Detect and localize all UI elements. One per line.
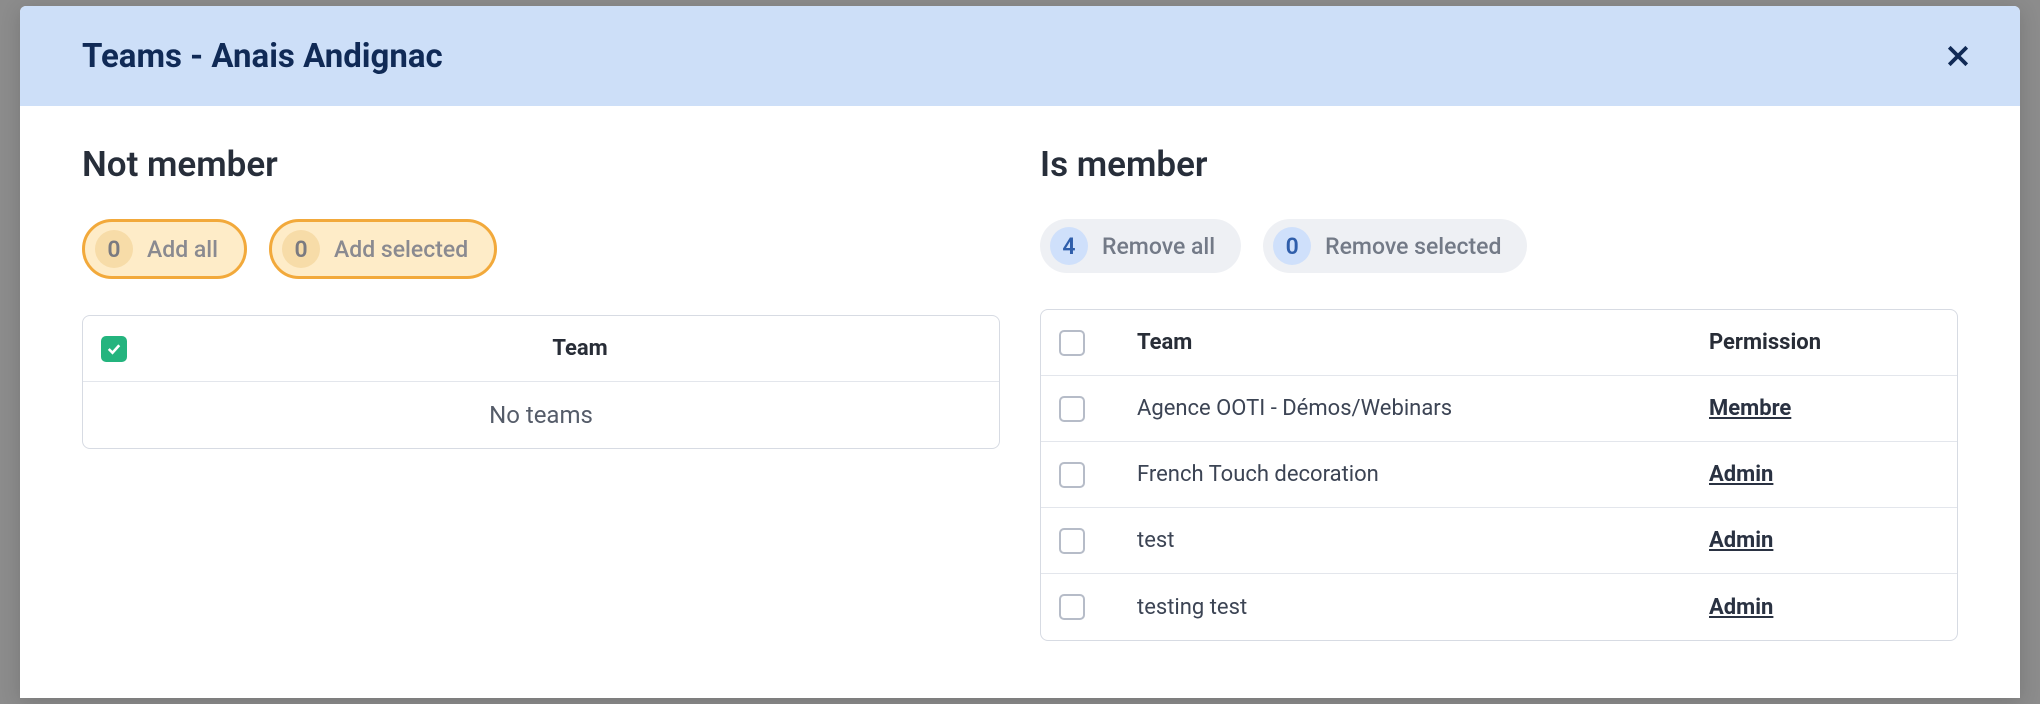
is-member-permission-col: Permission [1709, 330, 1939, 355]
permission-link[interactable]: Admin [1709, 528, 1773, 553]
is-member-title: Is member [1040, 144, 1958, 185]
add-selected-label: Add selected [334, 236, 468, 263]
table-row: French Touch decoration Admin [1041, 442, 1957, 508]
add-selected-button[interactable]: 0 Add selected [269, 219, 497, 279]
close-icon [1943, 41, 1973, 71]
remove-all-label: Remove all [1102, 233, 1215, 260]
modal-body: Not member 0 Add all 0 Add selected [20, 106, 2020, 698]
row-team: test [1137, 528, 1709, 553]
remove-all-count: 4 [1050, 227, 1088, 265]
table-row: Agence OOTI - Démos/Webinars Membre [1041, 376, 1957, 442]
not-member-table-header: Team [83, 316, 999, 382]
is-member-actions: 4 Remove all 0 Remove selected [1040, 219, 1958, 273]
not-member-table: Team No teams [82, 315, 1000, 449]
add-selected-count: 0 [282, 230, 320, 268]
remove-selected-label: Remove selected [1325, 233, 1501, 260]
permission-link[interactable]: Membre [1709, 396, 1791, 421]
not-member-empty: No teams [83, 382, 999, 448]
permission-link[interactable]: Admin [1709, 462, 1773, 487]
not-member-team-col: Team [179, 336, 981, 361]
row-team: Agence OOTI - Démos/Webinars [1137, 396, 1709, 421]
add-all-label: Add all [147, 236, 218, 263]
teams-modal: Teams - Anais Andignac Not member 0 Add … [20, 6, 2020, 698]
modal-title: Teams - Anais Andignac [82, 37, 443, 76]
close-button[interactable] [1938, 36, 1978, 76]
row-team: testing test [1137, 595, 1709, 620]
is-member-select-all-checkbox[interactable] [1059, 330, 1085, 356]
permission-link[interactable]: Admin [1709, 595, 1773, 620]
row-team: French Touch decoration [1137, 462, 1709, 487]
add-all-button[interactable]: 0 Add all [82, 219, 247, 279]
row-checkbox[interactable] [1059, 462, 1085, 488]
remove-all-button[interactable]: 4 Remove all [1040, 219, 1241, 273]
add-all-count: 0 [95, 230, 133, 268]
is-member-table-header: Team Permission [1041, 310, 1957, 376]
is-member-team-col: Team [1137, 330, 1709, 355]
remove-selected-button[interactable]: 0 Remove selected [1263, 219, 1527, 273]
row-checkbox[interactable] [1059, 594, 1085, 620]
not-member-select-all-checkbox[interactable] [101, 336, 127, 362]
table-row: test Admin [1041, 508, 1957, 574]
check-icon [105, 340, 123, 358]
not-member-actions: 0 Add all 0 Add selected [82, 219, 1000, 279]
modal-header: Teams - Anais Andignac [20, 6, 2020, 106]
table-row: testing test Admin [1041, 574, 1957, 640]
not-member-title: Not member [82, 144, 1000, 185]
remove-selected-count: 0 [1273, 227, 1311, 265]
row-checkbox[interactable] [1059, 528, 1085, 554]
row-checkbox[interactable] [1059, 396, 1085, 422]
is-member-panel: Is member 4 Remove all 0 Remove selected [1040, 144, 1958, 698]
not-member-panel: Not member 0 Add all 0 Add selected [82, 144, 1000, 698]
is-member-table: Team Permission Agence OOTI - Démos/Webi… [1040, 309, 1958, 641]
